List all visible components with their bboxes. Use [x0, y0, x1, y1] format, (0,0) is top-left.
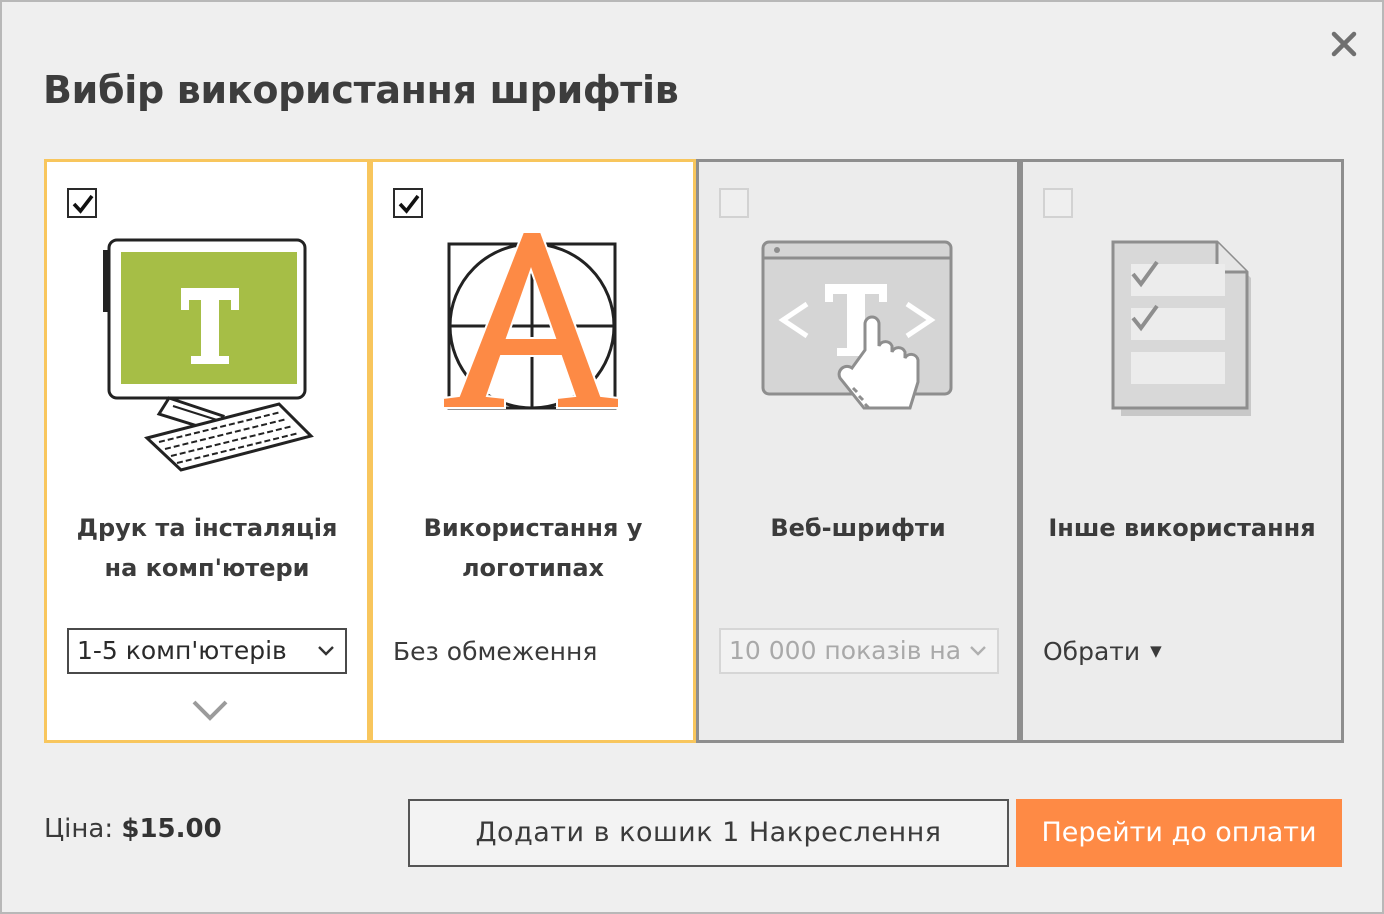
- chevron-down-icon: [318, 646, 334, 656]
- dialog-title: Вибір використання шрифтів: [43, 68, 679, 112]
- chevron-down-icon: [970, 646, 986, 656]
- usage-card-other[interactable]: Інше використання Обрати ▼: [1020, 159, 1344, 743]
- checklist-document-icon: [1111, 240, 1251, 416]
- web-views-select: 10 000 показів на: [719, 628, 999, 674]
- other-checkbox[interactable]: [1043, 188, 1073, 218]
- logo-checkbox[interactable]: [393, 188, 423, 218]
- logo-card-label: Використання у логотипах: [383, 508, 683, 588]
- usage-card-print[interactable]: Друк та інсталяція на комп'ютери 1-5 ком…: [44, 159, 370, 743]
- other-card-label: Інше використання: [1048, 514, 1316, 542]
- logo-letter-a-icon: [442, 231, 620, 410]
- usage-card-logo[interactable]: Використання у логотипах Без обмеження: [370, 159, 696, 743]
- web-card-label: Веб-шрифти: [770, 514, 946, 542]
- logo-label-line2: логотипах: [461, 554, 605, 582]
- price: Ціна: $15.00: [44, 814, 222, 844]
- computers-count-value: 1-5 комп'ютерів: [77, 636, 287, 665]
- checkout-button[interactable]: Перейти до оплати: [1016, 799, 1342, 867]
- price-value: $15.00: [121, 814, 222, 844]
- print-label-line2: на комп'ютери: [104, 554, 310, 582]
- price-label: Ціна:: [44, 814, 114, 844]
- web-views-value: 10 000 показів на: [729, 636, 962, 665]
- web-checkbox[interactable]: [719, 188, 749, 218]
- web-browser-icon: [761, 240, 953, 410]
- print-label-line1: Друк та інсталяція: [76, 514, 338, 542]
- font-usage-dialog: Вибір використання шрифтів Друк та інста…: [0, 0, 1384, 914]
- other-usage-dropdown[interactable]: Обрати ▼: [1043, 632, 1162, 675]
- print-card-label: Друк та інсталяція на комп'ютери: [57, 508, 357, 588]
- usage-card-web[interactable]: Веб-шрифти 10 000 показів на: [696, 159, 1020, 743]
- computers-count-select[interactable]: 1-5 комп'ютерів: [67, 628, 347, 674]
- close-icon[interactable]: [1328, 28, 1360, 60]
- computer-monitor-icon: [103, 238, 314, 472]
- other-dropdown-label: Обрати: [1043, 637, 1141, 666]
- checkmark-icon: [398, 194, 420, 214]
- caret-down-icon: ▼: [1150, 642, 1162, 660]
- checkmark-icon: [72, 194, 94, 214]
- print-checkbox[interactable]: [67, 188, 97, 218]
- logo-label-line1: Використання у: [423, 514, 643, 542]
- expand-chevron-icon[interactable]: [191, 698, 229, 722]
- logo-usage-value: Без обмеження: [393, 637, 598, 666]
- add-to-cart-button[interactable]: Додати в кошик 1 Накреслення: [408, 799, 1009, 867]
